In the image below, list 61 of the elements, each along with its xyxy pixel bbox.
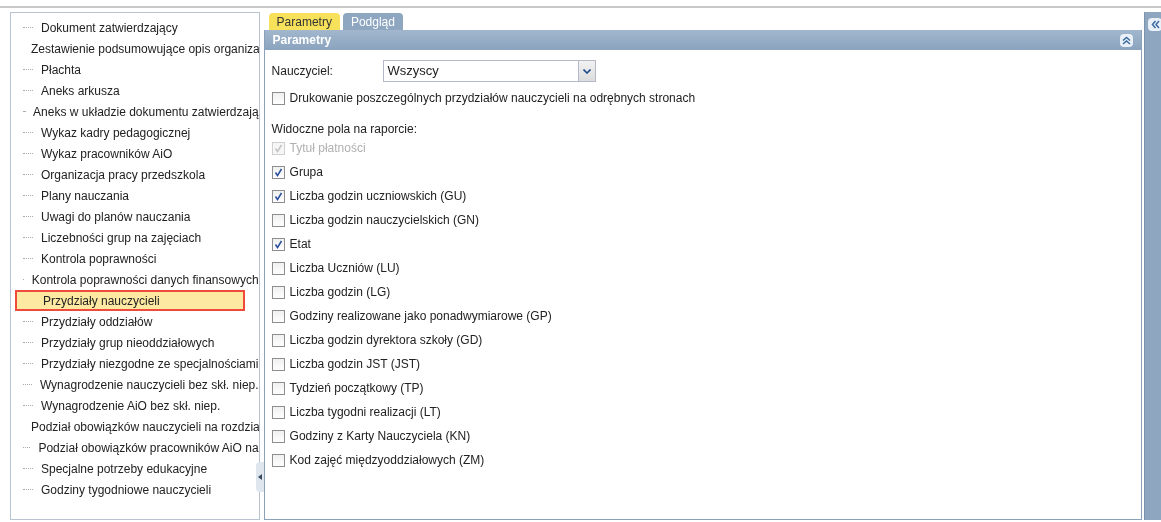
tree-item[interactable]: Wynagrodzenie AiO bez skł. niep. [39,396,221,415]
tree-item[interactable]: Wynagrodzenie nauczycieli bez skł. niep. [37,375,259,394]
checkbox[interactable] [271,91,285,105]
tree-item[interactable]: Organizacja pracy przedszkola [39,165,206,184]
checkbox-label: Godziny realizowane jako ponadwymiarowe (GP) [289,308,552,325]
checkbox-label: Liczba tygodni realizacji (LT) [289,404,441,421]
panel-title: Parametry [272,32,332,49]
collapse-handle[interactable] [255,462,264,492]
tree-item[interactable]: Aneks w układzie dokumentu zatwierdzają [31,102,259,121]
checkbox-label: Kod zajęć międzyoddziałowych (ZM) [289,452,485,469]
checkbox[interactable] [271,237,285,251]
tree-item[interactable]: Przydziały nauczycieli [15,290,245,311]
checkbox[interactable] [271,165,285,179]
checkbox-label: Liczba godzin dyrektora szkoły (GD) [289,332,483,349]
dropdown-caret-icon [582,68,591,74]
tree-item[interactable]: Liczebności grup na zajęciach [39,228,202,247]
checkbox-label: Liczba godzin (LG) [289,284,391,301]
tree-item[interactable]: Płachta [39,60,81,79]
tree-item[interactable]: Uwagi do planów nauczania [39,207,191,226]
field-label: Nauczyciel: [271,63,334,80]
double-chevron-up-icon [1122,35,1132,45]
checkbox[interactable] [271,405,285,419]
tree-item[interactable]: Aneks arkusza [39,81,120,100]
tab[interactable]: Parametry [268,13,340,30]
checkbox[interactable] [271,381,285,395]
expand-button[interactable] [1148,18,1161,31]
tree-item[interactable]: Podział obowiązków pracowników AiO na [36,438,259,457]
tree-item[interactable]: Kontrola poprawności danych finansowych [29,270,259,289]
tree-item[interactable]: Kontrola poprawności [39,249,157,268]
checkbox[interactable] [271,213,285,227]
checkbox[interactable] [271,333,285,347]
checkbox-label: Tydzień początkowy (TP) [289,380,424,397]
tree-item[interactable]: Wykaz kadry pedagogicznej [39,123,191,142]
checkbox-label: Liczba godzin nauczycielskich (GN) [289,212,479,229]
checkbox-label: Grupa [289,164,323,181]
checkbox[interactable] [271,189,285,203]
teacher-dropdown[interactable]: Wszyscy [382,60,596,82]
collapse-button[interactable] [1120,33,1134,47]
checkbox[interactable] [271,285,285,299]
checkbox-label: Godziny z Karty Nauczyciela (KN) [289,428,471,445]
checkbox[interactable] [271,309,285,323]
tree-item[interactable]: Dokument zatwierdzający [39,18,178,37]
checkbox-label: Liczba godzin JST (JST) [289,356,421,373]
checkbox[interactable] [271,429,285,443]
tree-item[interactable]: Przydziały oddziałów [39,312,153,331]
checkbox-label: Liczba Uczniów (LU) [289,260,400,277]
tree-item[interactable]: Przydziały grup nieoddziałowych [39,333,215,352]
checkbox[interactable] [271,261,285,275]
section-heading: Widoczne pola na raporcie: [271,121,418,136]
tree-item[interactable]: Wykaz pracowników AiO [39,144,173,163]
tree-item[interactable]: Specjalne potrzeby edukacyjne [39,459,208,478]
checkbox-label: Liczba godzin uczniowskich (GU) [289,188,467,205]
double-chevron-left-icon [1150,20,1160,29]
tree-item[interactable]: Godziny tygodniowe nauczycieli [39,480,212,499]
checkbox-label: Etat [289,236,311,253]
checkbox-label: Drukowanie poszczególnych przydziałów nauczycieli na odrębnych stronach [289,90,696,107]
checkbox-label: Tytuł płatności [289,140,366,157]
checkbox[interactable] [271,357,285,371]
checkbox[interactable] [271,453,285,467]
tree-item[interactable]: Przydziały niezgodne ze specjalnościami [39,354,259,373]
tree-item[interactable]: Plany nauczania [39,186,130,205]
